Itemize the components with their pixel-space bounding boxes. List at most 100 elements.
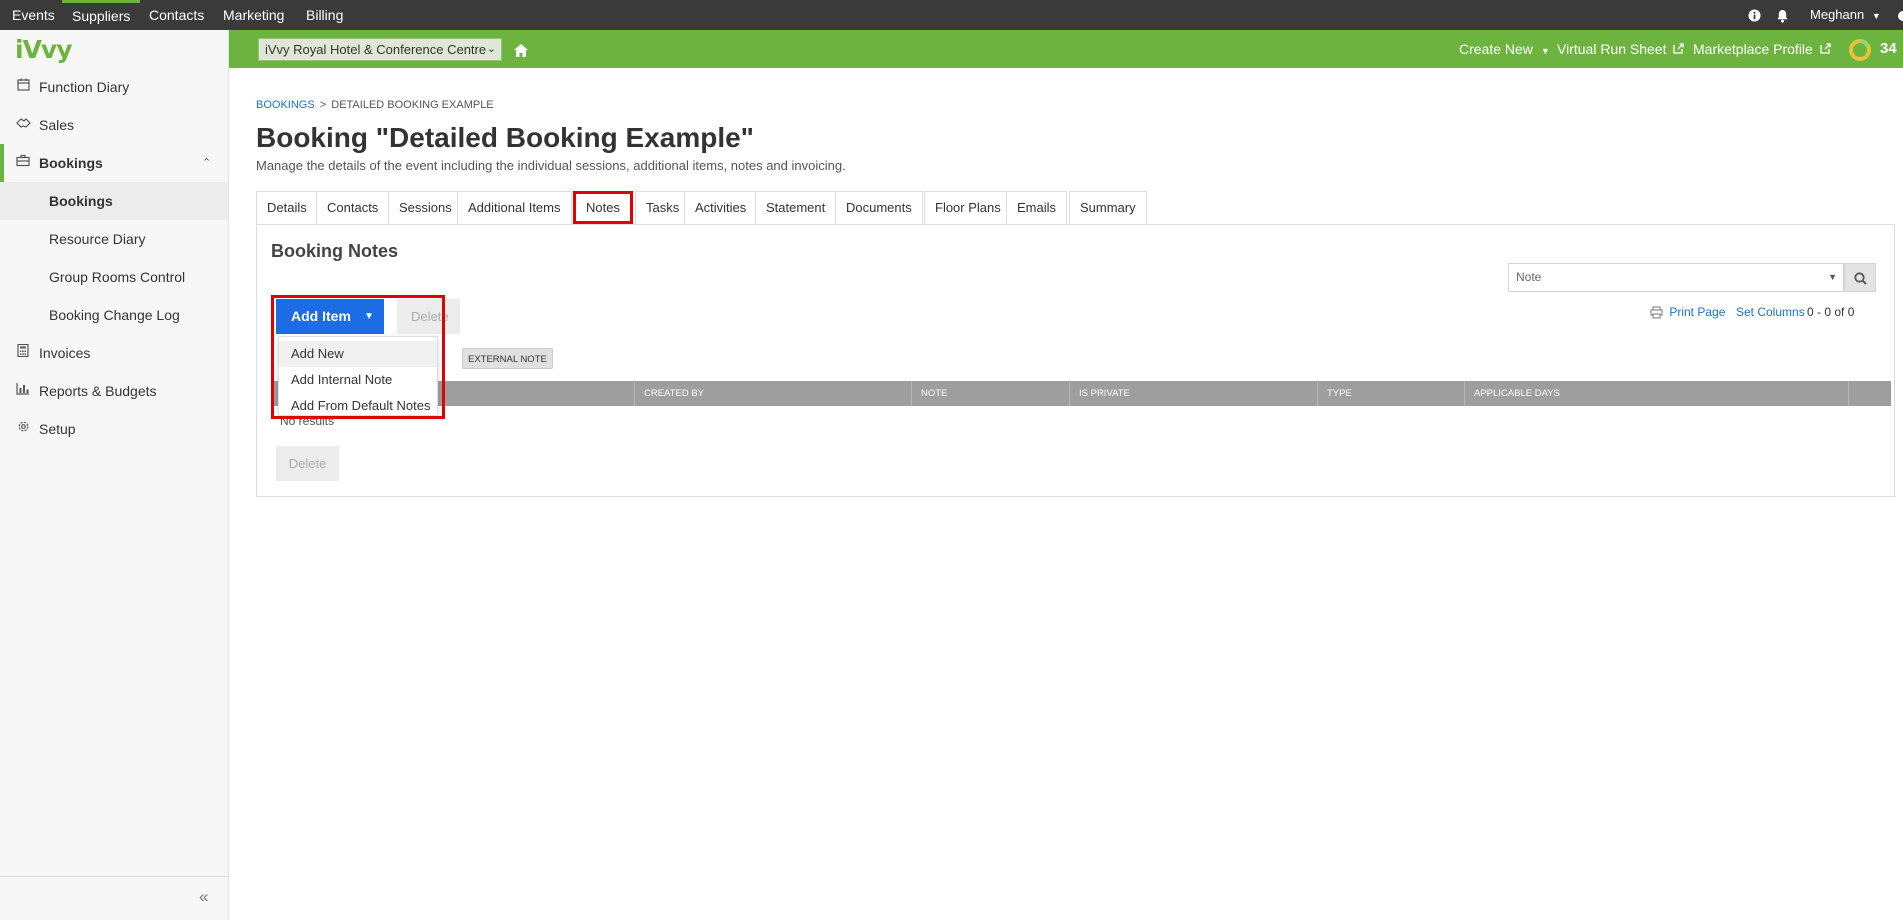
briefcase-icon — [14, 144, 32, 182]
tab-additional-items[interactable]: Additional Items — [457, 191, 572, 224]
bell-icon[interactable] — [1776, 0, 1789, 30]
topnav-billing[interactable]: Billing — [306, 0, 343, 30]
external-note-tag[interactable]: EXTERNAL NOTE — [462, 348, 553, 369]
user-menu[interactable]: Meghann ▼ — [1810, 0, 1881, 30]
sales-icon — [14, 106, 32, 144]
user-name: Meghann — [1810, 7, 1865, 22]
page-title: Booking "Detailed Booking Example" — [256, 122, 754, 153]
sidebar-subitem-group-rooms-control[interactable]: Group Rooms Control — [0, 258, 228, 296]
set-columns-link[interactable]: Set Columns — [1736, 305, 1805, 319]
search-icon — [1853, 272, 1867, 285]
booking-notes-panel: Booking Notes Note ▼ Print Page Set Colu… — [256, 224, 1895, 497]
tab-floor-plans[interactable]: Floor Plans — [924, 191, 1012, 224]
venue-select[interactable]: iVvy Royal Hotel & Conference Centre ⌄ — [258, 38, 502, 61]
column-header-type[interactable]: TYPE — [1317, 381, 1464, 406]
main-content: BOOKINGS > DETAILED BOOKING EXAMPLE Book… — [229, 68, 1903, 920]
chevron-down-icon: ▼ — [1871, 11, 1881, 21]
profile-score-ring-icon[interactable] — [1848, 30, 1872, 68]
chevron-up-icon: ⌃ — [202, 157, 212, 169]
note-filter-select[interactable]: Note ▼ — [1508, 263, 1844, 292]
sidebar-footer: « — [0, 876, 228, 920]
topnav-suppliers[interactable]: Suppliers — [62, 0, 141, 30]
sidebar-item-label: Group Rooms Control — [49, 269, 186, 285]
chart-icon — [14, 372, 32, 410]
note-filter-value: Note — [1516, 270, 1542, 284]
sidebar-item-label: Invoices — [39, 345, 91, 361]
column-header-note[interactable]: NOTE — [911, 381, 1069, 406]
tab-sessions[interactable]: Sessions — [388, 191, 463, 224]
sidebar-subitem-resource-diary[interactable]: Resource Diary — [0, 220, 228, 258]
sidebar-item-invoices[interactable]: Invoices — [0, 334, 228, 372]
notes-table-header: CREATED BY NOTE IS PRIVATE TYPE APPLICAB… — [272, 381, 1891, 406]
tab-notes[interactable]: Notes — [573, 191, 633, 224]
chevron-down-icon: ⌄ — [486, 43, 496, 55]
print-page-label: Print Page — [1669, 305, 1726, 319]
tab-emails[interactable]: Emails — [1006, 191, 1068, 224]
tab-summary[interactable]: Summary — [1069, 191, 1147, 224]
calculator-icon — [14, 334, 32, 372]
tab-details[interactable]: Details — [256, 191, 318, 224]
tab-activities[interactable]: Activities — [684, 191, 758, 224]
sidebar-item-label: Function Diary — [39, 79, 130, 95]
column-header-applicable-days[interactable]: APPLICABLE DAYS — [1464, 381, 1848, 406]
sidebar-subitem-bookings[interactable]: Bookings — [0, 182, 228, 220]
topnav-contacts[interactable]: Contacts — [149, 0, 204, 30]
marketplace-profile-label: Marketplace Profile — [1693, 41, 1813, 57]
breadcrumb-separator: > — [319, 99, 327, 111]
sidebar: iVvy Function Diary Sales Bookings ⌃ Boo… — [0, 30, 229, 920]
tab-documents[interactable]: Documents — [835, 191, 923, 224]
virtual-run-sheet-label: Virtual Run Sheet — [1557, 41, 1667, 57]
topnav-events[interactable]: Events — [12, 0, 55, 30]
sidebar-item-setup[interactable]: Setup — [0, 410, 228, 448]
topnav-marketing[interactable]: Marketing — [223, 0, 284, 30]
ivvy-logo[interactable]: iVvy — [15, 35, 73, 64]
tab-statement[interactable]: Statement — [755, 191, 837, 224]
profile-score: 34 — [1880, 40, 1897, 57]
printer-icon — [1650, 306, 1663, 319]
sidebar-item-function-diary[interactable]: Function Diary — [0, 68, 228, 106]
top-navigation: Events Suppliers Contacts Marketing Bill… — [0, 0, 1903, 30]
search-button[interactable] — [1844, 263, 1876, 292]
page-count: 0 - 0 of 0 — [1807, 305, 1855, 319]
tab-tasks[interactable]: Tasks — [635, 191, 691, 224]
sidebar-item-label: Booking Change Log — [49, 307, 180, 323]
caret-down-icon: ▼ — [1540, 46, 1550, 56]
breadcrumb: BOOKINGS > DETAILED BOOKING EXAMPLE — [256, 99, 494, 111]
sidebar-item-label: Resource Diary — [49, 231, 146, 247]
external-link-icon — [1820, 41, 1831, 57]
sidebar-item-sales[interactable]: Sales — [0, 106, 228, 144]
gear-icon — [14, 410, 32, 448]
sidebar-item-label: Setup — [39, 421, 76, 437]
calendar-icon — [14, 68, 32, 106]
tab-contacts[interactable]: Contacts — [316, 191, 390, 224]
column-header-actions — [1848, 381, 1891, 406]
home-icon[interactable] — [514, 30, 528, 68]
info-icon[interactable] — [1748, 0, 1761, 30]
highlight-box — [271, 295, 445, 419]
sidebar-item-label: Bookings — [39, 155, 103, 171]
sidebar-item-label: Sales — [39, 117, 75, 133]
venue-toolbar: iVvy Royal Hotel & Conference Centre ⌄ C… — [229, 30, 1903, 68]
virtual-run-sheet-link[interactable]: Virtual Run Sheet — [1557, 30, 1685, 68]
create-new-menu[interactable]: Create New ▼ — [1459, 30, 1550, 68]
venue-select-value: iVvy Royal Hotel & Conference Centre — [265, 42, 487, 57]
breadcrumb-bookings-link[interactable]: BOOKINGS — [256, 99, 315, 111]
print-page-link[interactable]: Print Page — [1650, 305, 1725, 319]
sidebar-item-label: Bookings — [49, 193, 113, 209]
marketplace-profile-link[interactable]: Marketplace Profile — [1693, 30, 1831, 68]
settings-icon[interactable] — [1893, 0, 1903, 30]
page-description: Manage the details of the event includin… — [256, 158, 846, 173]
external-link-icon — [1673, 41, 1685, 57]
column-header-is-private[interactable]: IS PRIVATE — [1069, 381, 1317, 406]
sidebar-item-reports-budgets[interactable]: Reports & Budgets — [0, 372, 228, 410]
sidebar-item-label: Reports & Budgets — [39, 383, 157, 399]
sidebar-subitem-booking-change-log[interactable]: Booking Change Log — [0, 296, 228, 334]
caret-down-icon: ▼ — [1828, 272, 1837, 282]
panel-title: Booking Notes — [271, 241, 399, 261]
sidebar-item-bookings[interactable]: Bookings ⌃ — [0, 144, 228, 182]
column-header-created-by[interactable]: CREATED BY — [634, 381, 911, 406]
breadcrumb-current: DETAILED BOOKING EXAMPLE — [331, 99, 494, 111]
collapse-sidebar-icon[interactable]: « — [199, 887, 208, 907]
delete-button-bottom[interactable]: Delete — [276, 446, 339, 481]
create-new-label: Create New — [1459, 41, 1533, 57]
